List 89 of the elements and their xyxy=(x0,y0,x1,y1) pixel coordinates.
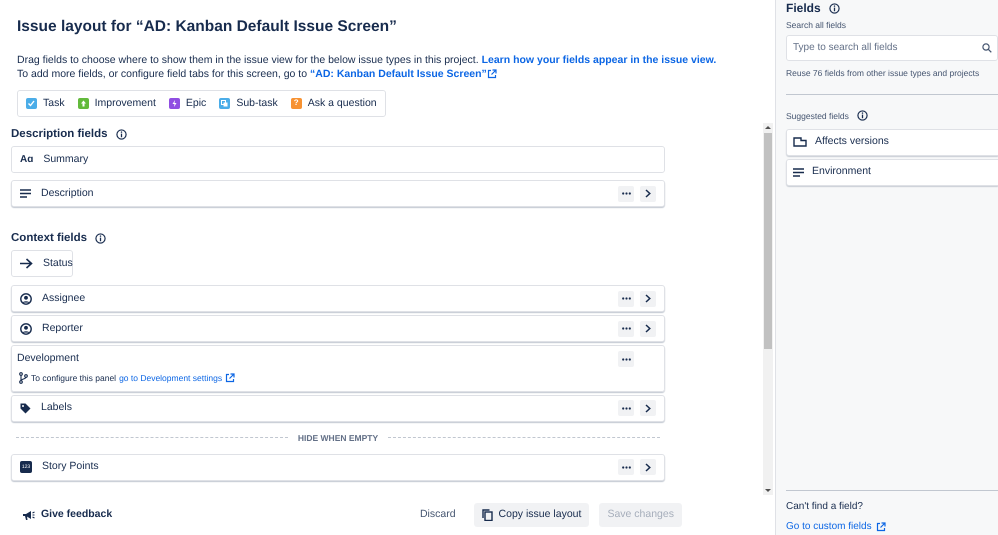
section-divider-label: HIDE WHEN EMPTY xyxy=(298,432,378,444)
arrow-right-icon xyxy=(20,258,33,270)
page-title: Issue layout for “AD: Kanban Default Issue Screen” xyxy=(17,18,398,37)
section-heading: Description fields xyxy=(11,127,108,142)
field-card[interactable]: Status xyxy=(11,250,73,278)
search-icon xyxy=(982,42,992,53)
field-label: Reporter xyxy=(42,320,83,336)
question-icon: ? xyxy=(290,98,302,109)
more-button[interactable] xyxy=(618,290,634,307)
expand-button[interactable] xyxy=(640,290,656,307)
expand-button[interactable] xyxy=(640,400,656,416)
megaphone-icon xyxy=(22,509,35,521)
branch-icon xyxy=(19,372,28,384)
expand-button[interactable] xyxy=(640,186,656,202)
more-icon xyxy=(622,358,630,361)
more-icon xyxy=(622,297,630,300)
external-link-icon xyxy=(486,68,497,79)
info-icon xyxy=(95,232,106,244)
field-card[interactable]: Aɑ Summary xyxy=(11,146,665,174)
field-label: Status xyxy=(43,256,73,271)
more-icon xyxy=(622,466,630,469)
intro-text: Drag fields to choose where to show them in the issue view for the below issue types in this project. Learn how your fields appear in the issue view. xyxy=(17,52,718,67)
issue-type-label: Ask a question xyxy=(308,96,377,111)
scroll-up-icon[interactable] xyxy=(765,125,771,130)
help-link[interactable]: Learn how your fields appear in the issue view. xyxy=(482,54,716,66)
copy-icon xyxy=(482,509,493,521)
field-label: Affects versions xyxy=(815,134,889,150)
issue-type-label: Sub-task xyxy=(236,96,278,111)
info-icon xyxy=(116,128,126,140)
field-card[interactable]: Reporter xyxy=(11,315,665,342)
tag-icon xyxy=(20,402,31,414)
field-card[interactable]: Assignee xyxy=(11,285,665,312)
field-card[interactable]: Development To configure this panel go to Development settings xyxy=(11,345,665,392)
chevron-right-icon xyxy=(645,404,651,413)
issue-type-label: Task xyxy=(43,96,65,111)
expand-button[interactable] xyxy=(640,320,656,337)
user-circle-icon xyxy=(20,322,32,335)
more-icon xyxy=(622,192,630,196)
search-hint: Reuse 76 fields from other issue types and projects xyxy=(786,66,980,80)
lines-icon xyxy=(20,189,31,198)
intro-text: To add more fields, or configure field tabs for this screen, go to xyxy=(17,66,308,81)
field-label: Development xyxy=(17,351,80,366)
versions-icon xyxy=(793,137,807,147)
search-label: Search all fields xyxy=(786,19,848,32)
issue-type-label: Epic xyxy=(186,96,206,111)
discard-button[interactable]: Discard xyxy=(412,503,464,527)
field-card[interactable]: Description xyxy=(11,180,665,208)
screen-link[interactable]: “AD: Kanban Default Issue Screen” xyxy=(310,66,487,81)
development-settings-link[interactable]: go to Development settings xyxy=(119,372,222,385)
scroll-down-icon[interactable] xyxy=(765,488,771,493)
field-card[interactable]: Environment xyxy=(786,158,998,186)
field-card[interactable]: Affects versions xyxy=(786,128,998,156)
lines-icon xyxy=(793,168,804,176)
more-icon xyxy=(622,327,630,330)
field-card[interactable]: Labels xyxy=(11,394,665,422)
field-label: Assignee xyxy=(42,290,86,306)
user-circle-icon xyxy=(20,292,32,305)
text-format-icon: Aɑ xyxy=(20,154,34,165)
more-icon xyxy=(622,406,630,410)
more-button[interactable] xyxy=(618,400,634,416)
info-icon xyxy=(828,2,840,14)
chevron-right-icon xyxy=(645,189,651,198)
custom-fields-link[interactable]: Go to custom fields xyxy=(786,519,872,534)
external-link-icon xyxy=(225,373,236,384)
field-label: Environment xyxy=(812,164,871,180)
field-label: Description xyxy=(41,186,94,201)
more-button[interactable] xyxy=(618,186,634,202)
field-label: Summary xyxy=(43,152,88,167)
section-heading: Context fields xyxy=(11,231,88,246)
help-text: Can't find a field? xyxy=(786,500,864,514)
expand-button[interactable] xyxy=(640,459,656,476)
field-label: Labels xyxy=(41,400,72,416)
chevron-right-icon xyxy=(645,294,651,304)
info-icon xyxy=(856,110,868,121)
feedback-button[interactable]: Give feedback xyxy=(22,507,112,523)
chevron-right-icon xyxy=(645,462,651,472)
panel-title: Fields xyxy=(786,1,821,15)
config-note: To configure this panel xyxy=(31,372,116,385)
search-field[interactable]: Type to search all fields xyxy=(786,34,998,61)
field-label: Story Points xyxy=(42,459,99,474)
more-button[interactable] xyxy=(618,351,634,368)
more-button[interactable] xyxy=(618,459,634,476)
chevron-right-icon xyxy=(645,324,651,334)
more-button[interactable] xyxy=(618,320,634,337)
external-link-icon xyxy=(876,522,886,532)
scrollbar[interactable] xyxy=(763,123,773,495)
copy-layout-button[interactable]: Copy issue layout xyxy=(474,503,590,527)
section-heading: Suggested fields xyxy=(786,110,849,122)
issue-type-label: Improvement xyxy=(94,96,156,111)
